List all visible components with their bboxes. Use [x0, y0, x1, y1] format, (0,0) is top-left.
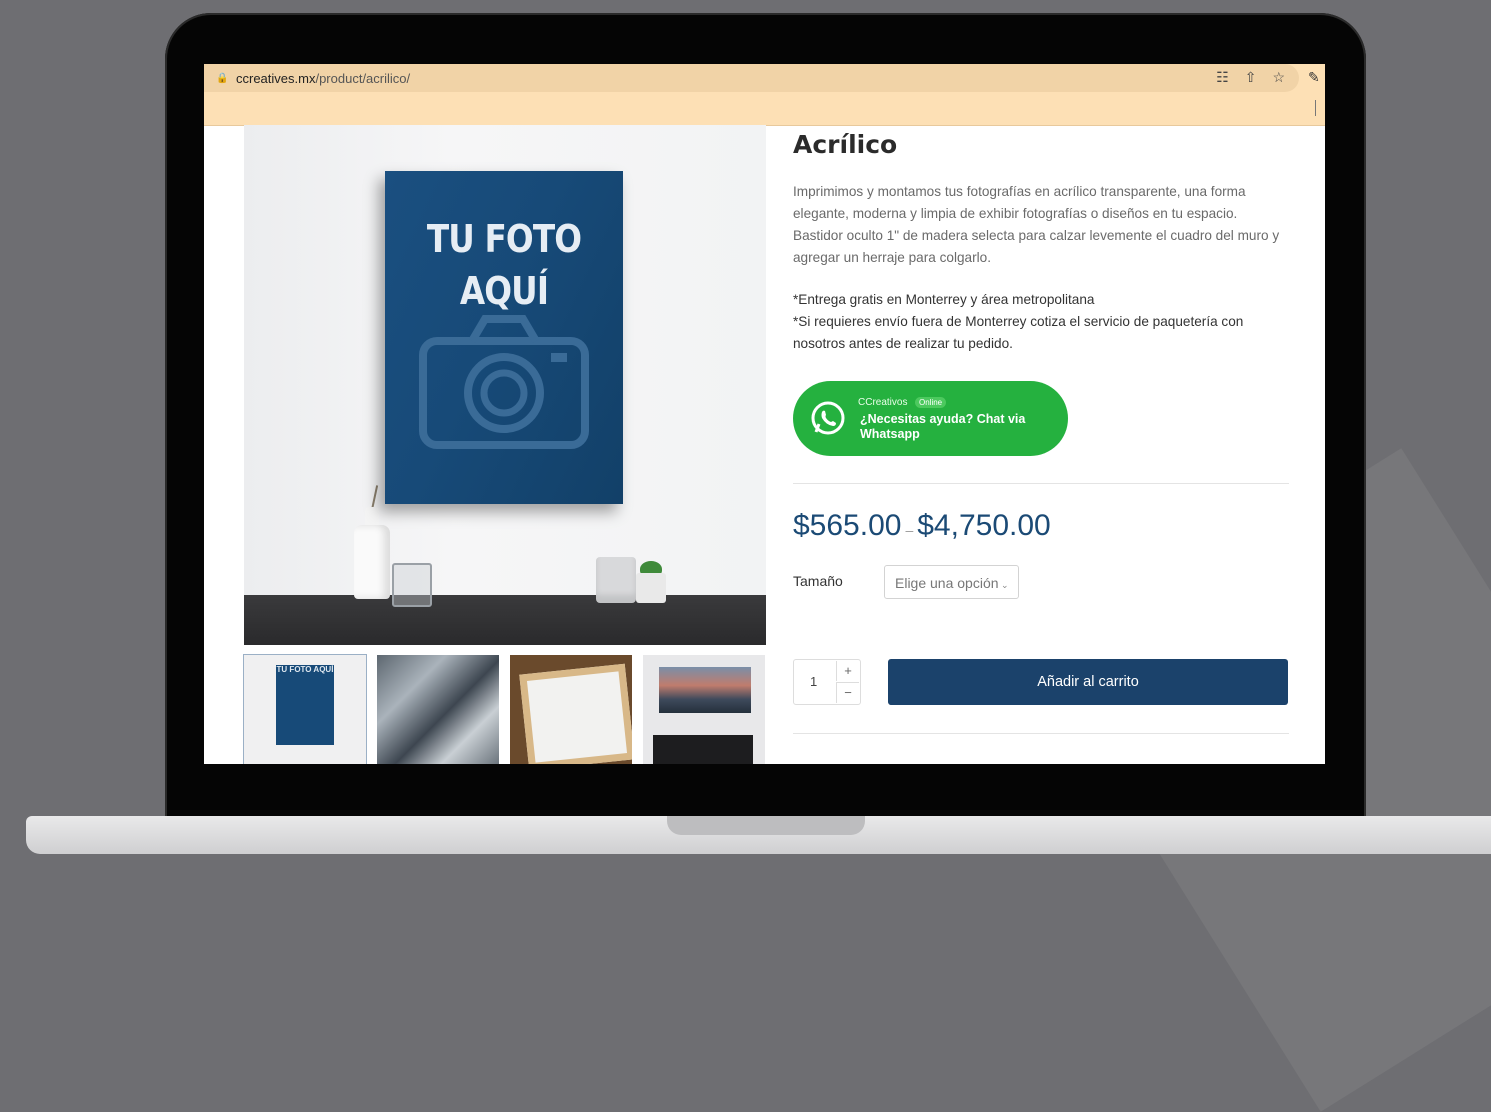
browser-screen: 🔒 ccreatives.mx/product/acrilico/ ☷ ⇧ ☆ … [204, 64, 1325, 764]
decor-candle [596, 557, 636, 603]
shelf [244, 595, 766, 645]
toolbar-divider [1315, 100, 1316, 116]
add-to-cart-button[interactable]: Añadir al carrito [888, 659, 1288, 705]
divider [793, 733, 1289, 734]
bookmark-star-icon[interactable]: ☆ [1272, 69, 1285, 86]
browser-address-bar: 🔒 ccreatives.mx/product/acrilico/ ☷ ⇧ ☆ … [204, 64, 1325, 126]
wood-frame [519, 663, 632, 764]
size-select[interactable]: Elige una opción ⌄ [884, 565, 1019, 599]
acrylic-frame-mockup: TU FOTO AQUÍ [385, 171, 623, 504]
shipping-note: *Si requieres envío fuera de Monterrey c… [793, 314, 1244, 351]
pen-icon[interactable]: ✎ [1308, 69, 1320, 86]
whatsapp-agent-name: CCreativos [858, 397, 908, 408]
quantity-increase-button[interactable]: + [836, 661, 859, 681]
delivery-note: *Entrega gratis en Monterrey y área metr… [793, 292, 1095, 307]
camera-icon [419, 315, 589, 449]
mountain-print [659, 667, 751, 713]
url-domain: ccreatives.mx [236, 70, 316, 86]
frame-text-line2: AQUÍ [459, 269, 549, 313]
size-label: Tamaño [793, 573, 843, 589]
online-badge: Online [915, 397, 947, 408]
decor-vase [354, 525, 390, 599]
quantity-decrease-button[interactable]: − [836, 682, 859, 703]
decor-pencil-cup [392, 563, 432, 607]
price-max: $4,750.00 [917, 509, 1051, 542]
translate-icon[interactable]: ☷ [1216, 69, 1229, 86]
url-field[interactable]: 🔒 ccreatives.mx/product/acrilico/ ☷ ⇧ ☆ [204, 64, 1299, 92]
size-select-value: Elige una opción [895, 575, 999, 591]
thumbnail-3[interactable] [510, 655, 632, 764]
divider [793, 483, 1289, 484]
thumbnail-4[interactable] [643, 655, 765, 764]
chevron-down-icon: ⌄ [998, 580, 1009, 590]
quantity-input[interactable]: 1 [810, 674, 817, 689]
frame-text-line1: TU FOTO [426, 217, 582, 261]
price-min: $565.00 [793, 509, 902, 542]
thumbnail-1-frame: TU FOTO AQUÍ [276, 665, 334, 745]
product-title: Acrílico [793, 130, 898, 159]
cabinet [653, 735, 753, 764]
thumbnail-1[interactable]: TU FOTO AQUÍ [243, 654, 367, 764]
whatsapp-message: ¿Necesitas ayuda? Chat via Whatsapp [860, 412, 1026, 441]
product-notes: *Entrega gratis en Monterrey y área metr… [793, 289, 1289, 355]
share-icon[interactable]: ⇧ [1245, 69, 1257, 86]
product-description: Imprimimos y montamos tus fotografías en… [793, 184, 1280, 265]
quantity-stepper[interactable]: 1 + − [793, 659, 861, 705]
lock-icon: 🔒 [216, 72, 229, 84]
url-path: /product/acrilico/ [315, 70, 411, 86]
thumbnail-gallery: TU FOTO AQUÍ [243, 654, 766, 764]
product-main-image[interactable]: TU FOTO AQUÍ [244, 125, 766, 645]
decor-plant-pot [636, 573, 666, 603]
thumbnail-2[interactable] [377, 655, 499, 764]
laptop-notch [667, 816, 865, 835]
whatsapp-icon [811, 401, 845, 435]
price-range: $565.00– $4,750.00 [793, 509, 1051, 543]
whatsapp-chat-button[interactable]: CCreativos Online ¿Necesitas ayuda? Chat… [793, 381, 1068, 456]
price-separator: – [905, 522, 914, 538]
